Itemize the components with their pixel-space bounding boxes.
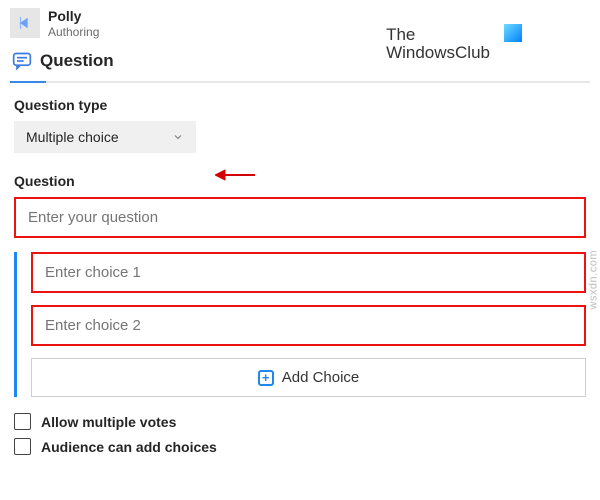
app-title: Polly (48, 8, 99, 25)
divider (10, 81, 590, 83)
add-choice-button[interactable]: + Add Choice (31, 358, 586, 397)
question-type-select[interactable]: Multiple choice (14, 121, 196, 153)
content-area: Question type Multiple choice Question +… (0, 97, 600, 455)
arrow-annotation (215, 168, 255, 185)
question-type-label: Question type (14, 97, 586, 113)
allow-multiple-votes-checkbox[interactable] (14, 413, 31, 430)
choices-block: + Add Choice (14, 252, 586, 397)
question-icon (12, 51, 32, 71)
app-header: Polly Authoring The WindowsClub (0, 0, 600, 45)
section-title: Question (40, 51, 114, 71)
logo-square-icon (504, 24, 522, 42)
audience-can-add-row[interactable]: Audience can add choices (14, 438, 586, 455)
polly-icon (16, 14, 34, 32)
plus-icon: + (258, 370, 274, 386)
section-title-row: Question (0, 45, 600, 81)
question-label: Question (14, 173, 586, 189)
choice-input-2[interactable] (31, 305, 586, 346)
question-input[interactable] (14, 197, 586, 238)
brand-logo: The WindowsClub (386, 26, 490, 62)
logo-line1: The (386, 26, 490, 44)
audience-can-add-checkbox[interactable] (14, 438, 31, 455)
allow-multiple-votes-label: Allow multiple votes (41, 414, 176, 430)
add-choice-label: Add Choice (282, 369, 360, 386)
app-subtitle: Authoring (48, 25, 99, 39)
allow-multiple-votes-row[interactable]: Allow multiple votes (14, 413, 586, 430)
logo-line2: WindowsClub (386, 44, 490, 62)
audience-can-add-label: Audience can add choices (41, 439, 217, 455)
watermark: wsxdn.com (588, 250, 600, 310)
app-titles: Polly Authoring (48, 8, 99, 39)
choice-input-1[interactable] (31, 252, 586, 293)
app-icon (10, 8, 40, 38)
question-type-value: Multiple choice (26, 129, 119, 145)
chevron-down-icon (172, 131, 184, 143)
